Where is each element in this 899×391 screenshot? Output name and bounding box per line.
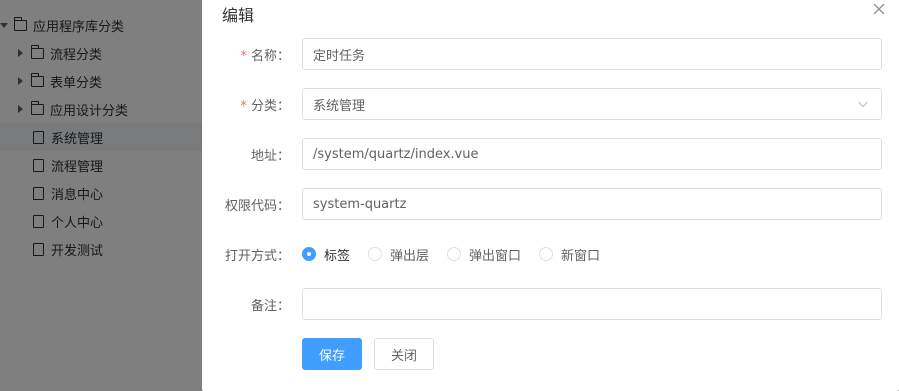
radio-tab[interactable]: 标签 xyxy=(302,245,350,264)
category-select[interactable]: 系统管理 xyxy=(302,88,882,120)
radio-unchecked-icon xyxy=(539,247,554,261)
radio-popup-window[interactable]: 弹出窗口 xyxy=(447,245,521,264)
note-input[interactable] xyxy=(302,288,882,320)
radio-checked-icon xyxy=(302,247,316,261)
required-star: * xyxy=(240,48,247,64)
form-row-actions: 保存 关闭 xyxy=(202,338,899,370)
edit-dialog: 编辑 * 名称： 定时任务 * 分类： 系统管理 地址： /system/quart… xyxy=(202,0,899,391)
permission-input-value: system-quartz xyxy=(313,196,407,212)
address-label: 地址： xyxy=(250,148,290,164)
category-label: * 分类： xyxy=(240,98,290,114)
form-row-permission: 权限代码： system-quartz xyxy=(202,188,899,220)
name-label: * 名称： xyxy=(240,48,290,64)
address-input[interactable]: /system/quartz/index.vue xyxy=(302,138,882,170)
permission-label: 权限代码： xyxy=(224,198,290,214)
radio-unchecked-icon xyxy=(368,247,383,261)
category-select-value: 系统管理 xyxy=(313,98,366,114)
dialog-title: 编辑 xyxy=(222,6,255,25)
radio-popup-layer[interactable]: 弹出层 xyxy=(368,245,429,264)
radio-new-window[interactable]: 新窗口 xyxy=(539,245,600,264)
address-input-value: /system/quartz/index.vue xyxy=(313,146,479,162)
form-row-note: 备注： xyxy=(202,288,899,320)
open-mode-radio-group: 标签 弹出层 弹出窗口 新窗口 xyxy=(302,245,618,264)
note-label: 备注： xyxy=(250,298,290,314)
close-button[interactable]: 关闭 xyxy=(374,338,434,370)
permission-input[interactable]: system-quartz xyxy=(302,188,882,220)
close-icon[interactable] xyxy=(871,1,887,17)
name-input-value: 定时任务 xyxy=(313,48,366,64)
form-row-category: * 分类： 系统管理 xyxy=(202,88,899,120)
save-button[interactable]: 保存 xyxy=(302,338,362,370)
chevron-down-icon[interactable] xyxy=(857,98,869,110)
radio-unchecked-icon xyxy=(447,247,462,261)
form-row-address: 地址： /system/quartz/index.vue xyxy=(202,138,899,170)
form-row-name: * 名称： 定时任务 xyxy=(202,38,899,70)
required-star: * xyxy=(240,98,247,114)
form-row-open-mode: 打开方式： 标签 弹出层 弹出窗口 新窗口 xyxy=(202,238,899,270)
open-mode-label: 打开方式： xyxy=(224,248,290,264)
name-input[interactable]: 定时任务 xyxy=(302,38,882,70)
